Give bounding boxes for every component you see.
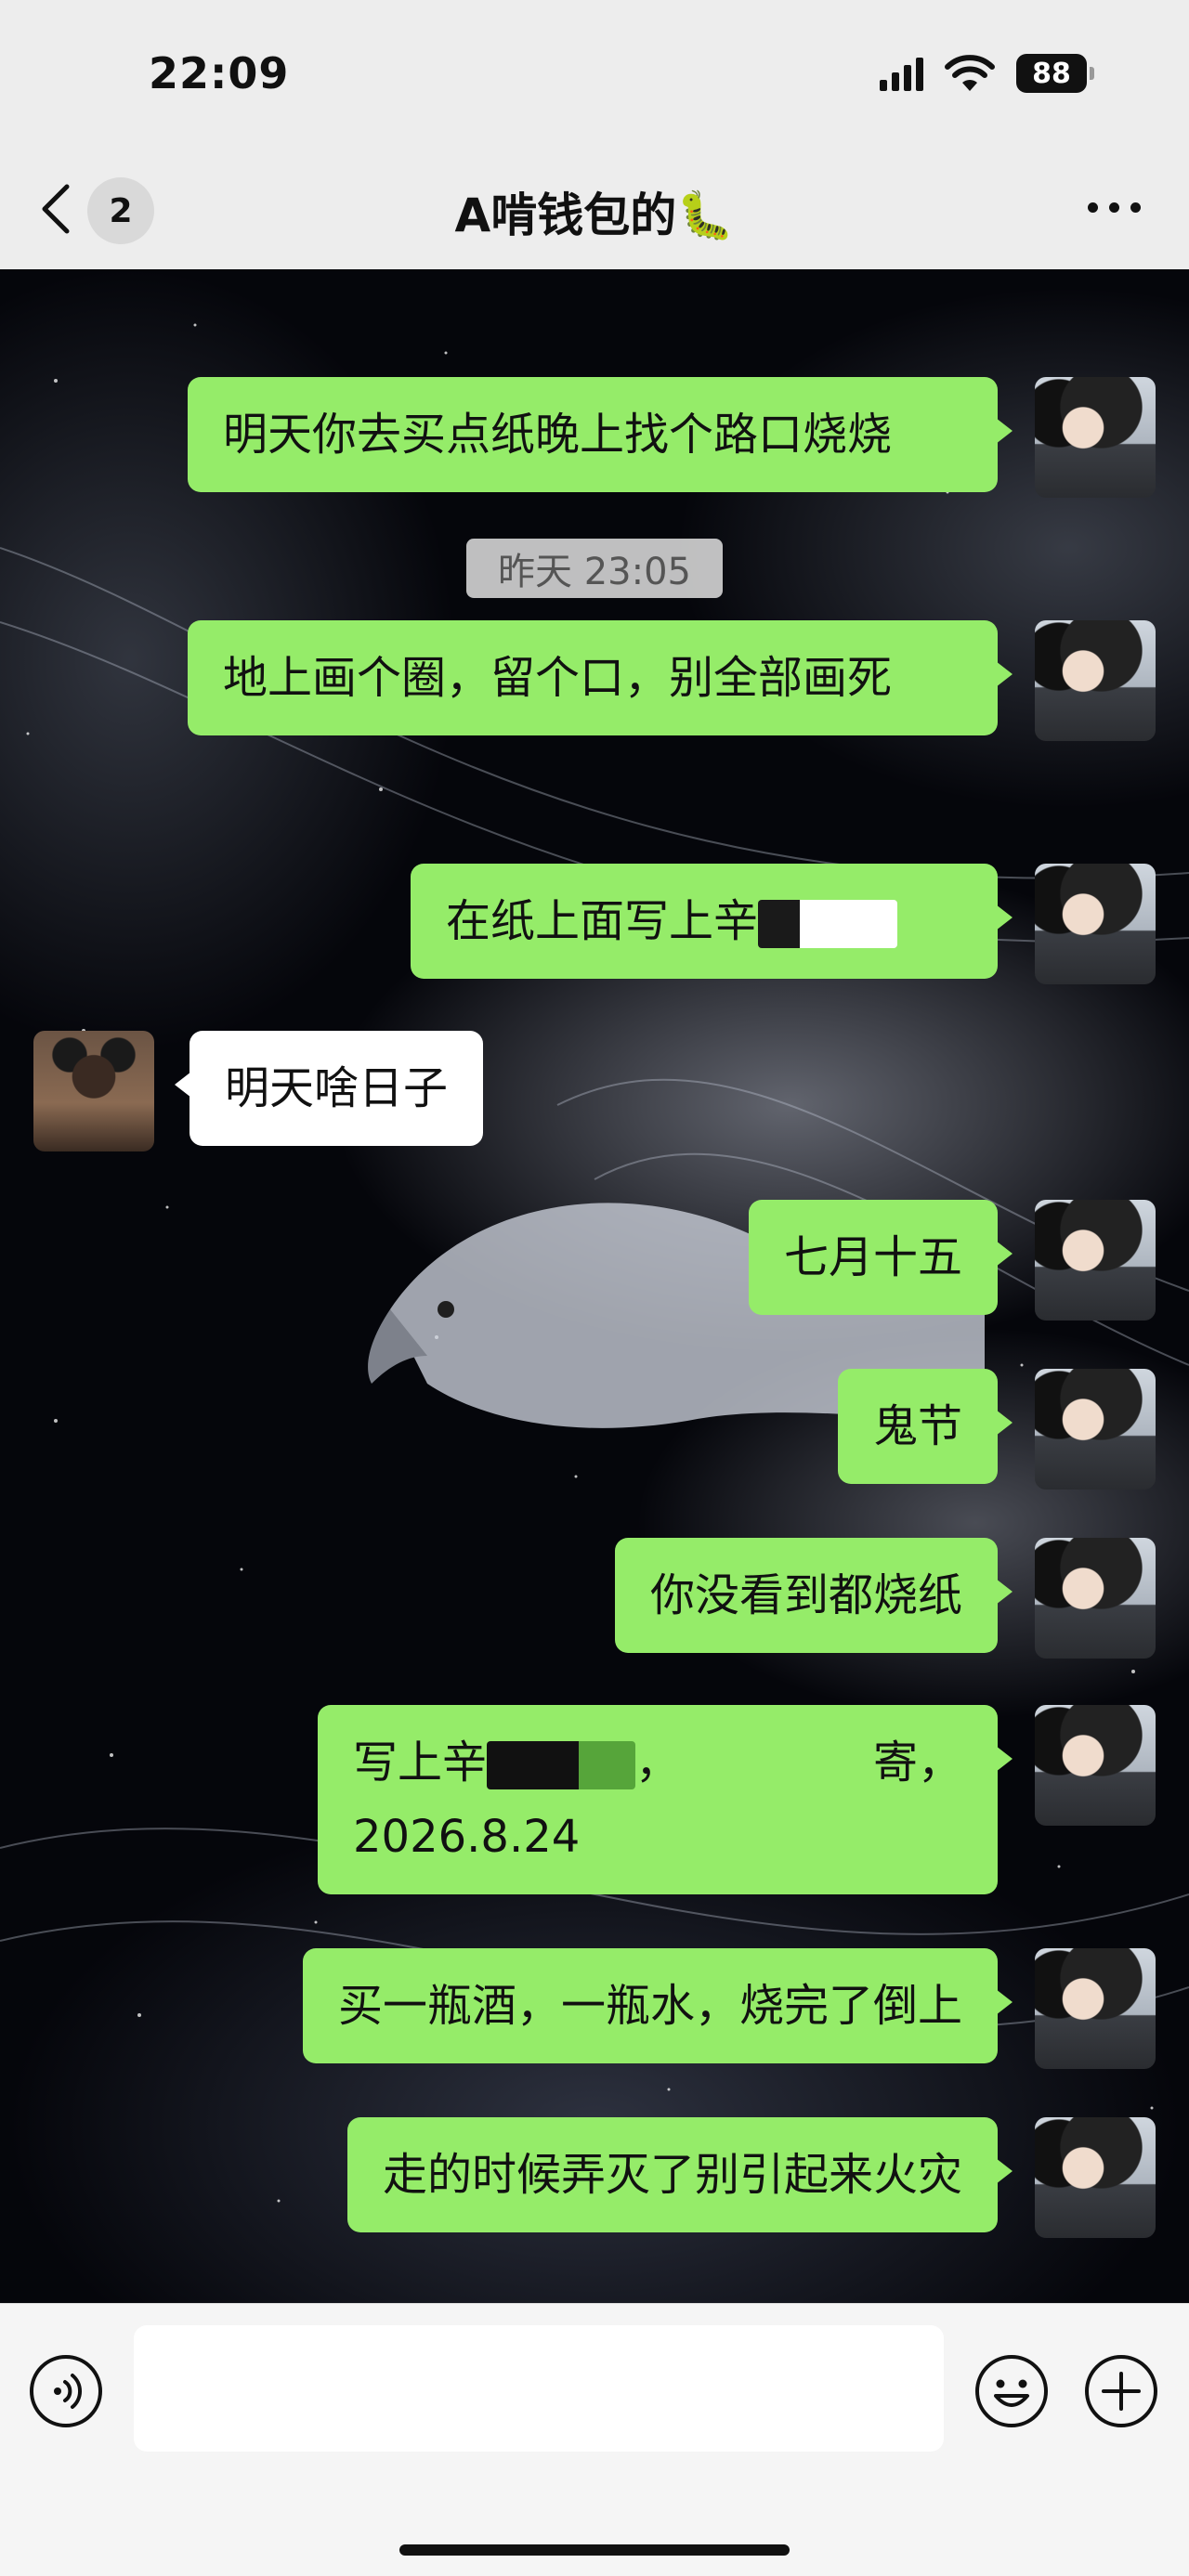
avatar[interactable] [1035, 864, 1156, 984]
status-icons: 88 [880, 54, 1094, 93]
top-bar: 22:09 88 2 A啃钱包的🐛 [0, 0, 1189, 269]
message-bubble[interactable]: 在纸上面写上辛 [411, 864, 1013, 979]
avatar[interactable] [1035, 2117, 1156, 2238]
redaction-mark [758, 900, 898, 948]
avatar[interactable] [1035, 377, 1156, 498]
avatar[interactable] [33, 1031, 154, 1151]
avatar[interactable] [1035, 1200, 1156, 1321]
message-text: 在纸上面写上辛 [446, 895, 759, 947]
message-bubble[interactable]: 明天你去买点纸晚上找个路口烧烧 [188, 377, 1013, 492]
battery-icon: 88 [1016, 54, 1094, 93]
message-timestamp: 昨天 23:05 [466, 539, 723, 598]
voice-icon[interactable] [28, 2353, 104, 2429]
plus-icon[interactable] [1083, 2353, 1159, 2429]
avatar[interactable] [1035, 1369, 1156, 1490]
message-bubble[interactable]: 你没看到都烧纸 [614, 1538, 1013, 1653]
chat-title: A啃钱包的🐛 [454, 189, 735, 242]
message-bubble[interactable]: 明天啥日子 [174, 1031, 484, 1146]
avatar[interactable] [1035, 1538, 1156, 1659]
emoji-icon[interactable] [973, 2353, 1050, 2429]
message-input[interactable] [134, 2325, 944, 2452]
message-bubble[interactable]: 走的时候弄灭了别引起来火灾 [346, 2117, 1013, 2232]
avatar[interactable] [1035, 620, 1156, 741]
more-icon[interactable] [1088, 202, 1141, 213]
message-text: ， [635, 1737, 681, 1789]
signal-icon [880, 56, 923, 91]
redaction-mark [487, 1741, 636, 1789]
wifi-icon [945, 55, 995, 91]
avatar[interactable] [1035, 1705, 1156, 1826]
message-line-2: 2026.8.24 [353, 1800, 962, 1874]
message-bubble[interactable]: 七月十五 [748, 1200, 1013, 1315]
home-indicator [399, 2544, 790, 2556]
message-date: 2026.8.24 [353, 1811, 581, 1863]
message-bubble[interactable]: 地上画个圈，留个口，别全部画死 [188, 620, 1013, 735]
avatar[interactable] [1035, 1948, 1156, 2069]
status-time: 22:09 [149, 48, 290, 98]
message-line-1: 写上辛 ， 寄， [353, 1725, 962, 1800]
message-text: 写上辛 [353, 1737, 488, 1789]
message-bubble[interactable]: 买一瓶酒，一瓶水，烧完了倒上 [302, 1948, 1013, 2063]
chat-area[interactable]: 昨天 23:05 明天你去买点纸晚上找个路口烧烧 地上画个圈，留个口，别全部画死… [0, 269, 1189, 2303]
message-text: 寄， [872, 1737, 962, 1789]
message-bubble[interactable]: 鬼节 [837, 1369, 1013, 1484]
message-bubble[interactable]: 写上辛 ， 寄， 2026.8.24 [318, 1705, 1013, 1894]
